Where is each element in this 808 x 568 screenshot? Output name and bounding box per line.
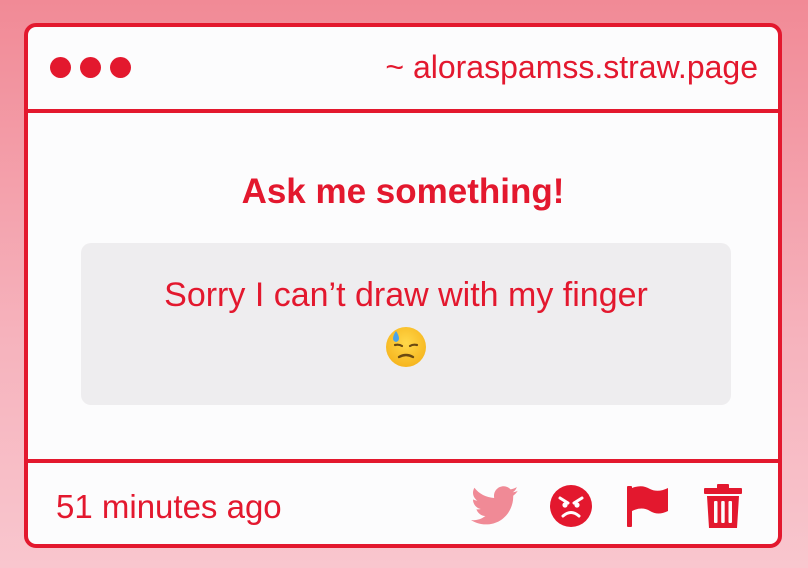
answer-text: Sorry I can’t draw with my finger bbox=[164, 276, 648, 314]
angry-face-icon bbox=[550, 485, 592, 527]
question-card: Ask me something! Sorry I can’t draw wit… bbox=[28, 113, 778, 459]
window-dot-3[interactable] bbox=[110, 57, 131, 78]
action-bar bbox=[470, 481, 748, 531]
site-url[interactable]: ~ aloraspamss.straw.page bbox=[385, 45, 758, 89]
downcast-face-with-sweat-emoji bbox=[386, 327, 426, 367]
delete-button[interactable] bbox=[698, 481, 748, 531]
browser-window: ~ aloraspamss.straw.page Ask me somethin… bbox=[24, 23, 782, 548]
trash-icon bbox=[704, 484, 742, 528]
twitter-bird-icon bbox=[471, 486, 519, 525]
card-footer: 51 minutes ago bbox=[28, 459, 778, 544]
timestamp: 51 minutes ago bbox=[56, 488, 282, 525]
window-dot-1[interactable] bbox=[50, 57, 71, 78]
share-twitter-button[interactable] bbox=[470, 481, 520, 531]
report-button[interactable] bbox=[622, 481, 672, 531]
page-title: Ask me something! bbox=[241, 172, 565, 211]
flag-icon bbox=[627, 486, 668, 527]
block-button[interactable] bbox=[546, 481, 596, 531]
window-titlebar: ~ aloraspamss.straw.page bbox=[28, 27, 778, 113]
window-dot-2[interactable] bbox=[80, 57, 101, 78]
window-controls bbox=[50, 57, 131, 78]
answer-box: Sorry I can’t draw with my finger bbox=[81, 243, 731, 405]
